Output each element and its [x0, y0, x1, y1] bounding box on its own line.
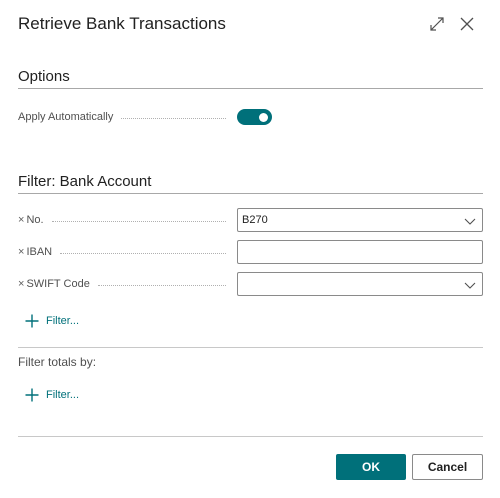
filter-totals-label: Filter totals by:	[18, 355, 97, 369]
expand-icon	[430, 17, 444, 31]
filter-iban-input[interactable]	[237, 240, 483, 264]
filter-bank-account-section-title: Filter: Bank Account	[18, 173, 152, 190]
ok-button[interactable]: OK	[336, 454, 406, 480]
filter-totals-divider	[18, 347, 483, 348]
label-leader-dots	[51, 220, 226, 222]
remove-filter-icon[interactable]: ×	[18, 242, 24, 262]
add-bank-account-filter-link[interactable]: Filter...	[25, 314, 79, 328]
filter-no-dropdown[interactable]: B270	[237, 208, 483, 232]
filter-field-no-label: × No.	[18, 210, 230, 230]
filter-bank-account-divider	[18, 193, 483, 194]
apply-automatically-label: Apply Automatically	[18, 107, 230, 127]
plus-icon	[25, 388, 39, 402]
label-leader-dots	[60, 252, 226, 254]
filter-field-swift-text: SWIFT Code	[26, 278, 90, 290]
chevron-down-icon	[464, 218, 476, 225]
remove-filter-icon[interactable]: ×	[18, 274, 24, 294]
expand-button[interactable]	[425, 12, 449, 36]
close-button[interactable]	[455, 12, 479, 36]
filter-swift-dropdown[interactable]	[237, 272, 483, 296]
options-divider	[18, 88, 483, 89]
add-filter-label: Filter...	[46, 315, 80, 327]
add-totals-filter-link[interactable]: Filter...	[25, 388, 79, 402]
chevron-down-icon	[464, 282, 476, 289]
filter-no-value: B270	[242, 214, 268, 226]
remove-filter-icon[interactable]: ×	[18, 210, 24, 230]
toggle-knob	[259, 112, 268, 122]
cancel-button[interactable]: Cancel	[412, 454, 483, 480]
retrieve-bank-transactions-dialog: Retrieve Bank Transactions Options Apply…	[0, 0, 500, 498]
filter-field-swift-label: × SWIFT Code	[18, 274, 230, 294]
options-section-title: Options	[18, 68, 70, 85]
filter-field-iban-label: × IBAN	[18, 242, 230, 262]
apply-automatically-toggle[interactable]	[237, 109, 272, 125]
label-leader-dots	[121, 117, 226, 119]
plus-icon	[25, 314, 39, 328]
apply-automatically-text: Apply Automatically	[18, 111, 114, 123]
filter-field-iban-text: IBAN	[26, 246, 53, 258]
footer-divider	[18, 436, 483, 437]
filter-field-no-text: No.	[26, 214, 44, 226]
dialog-title: Retrieve Bank Transactions	[18, 14, 226, 33]
close-icon	[460, 17, 474, 31]
label-leader-dots	[97, 284, 226, 286]
add-filter-label: Filter...	[46, 389, 80, 401]
